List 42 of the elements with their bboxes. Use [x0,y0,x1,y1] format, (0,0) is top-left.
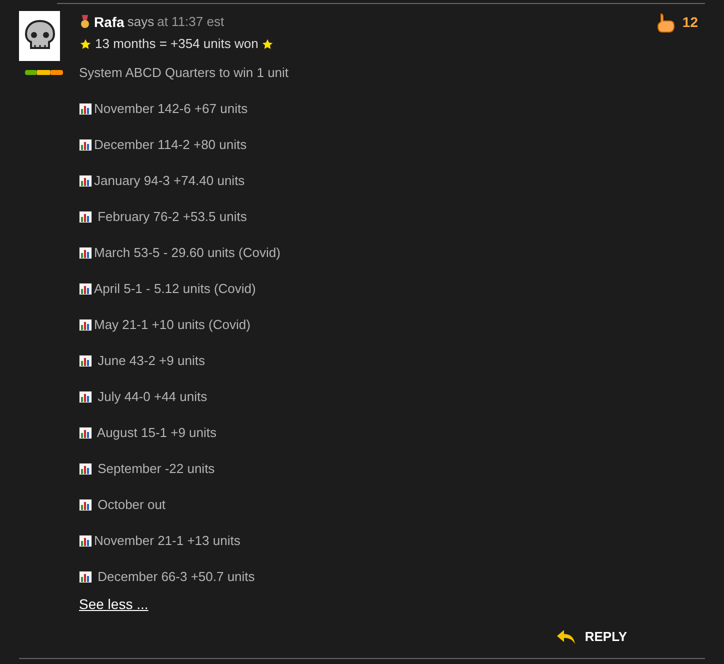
bar-chart-icon [79,499,92,511]
post-line: March 53-5 - 29.60 units (Covid) [94,244,280,262]
reply-arrow-icon [556,630,575,644]
post-line: June 43-2 +9 units [96,352,205,370]
bar-chart-icon [79,355,92,367]
author-name[interactable]: Rafa [94,12,124,32]
post-line: February 76-2 +53.5 units [96,208,247,226]
post-line: April 5-1 - 5.12 units (Covid) [94,280,256,298]
medal-icon [79,15,91,29]
star-icon [79,38,92,50]
like-count: 12 [682,13,698,32]
bar-chart-icon [79,427,92,439]
bar-chart-icon [79,139,92,151]
bar-chart-icon [79,103,92,115]
star-icon [261,38,274,50]
see-less-link[interactable]: See less ... [79,594,148,615]
headline: 13 months = +354 units won [95,35,258,54]
post-line: December 66-3 +50.7 units [96,568,255,586]
thumbs-up-icon[interactable] [657,12,676,32]
post-line: May 21-1 +10 units (Covid) [94,316,250,334]
bar-chart-icon [79,319,92,331]
post-line: November 21-1 +13 units [94,532,240,550]
post-line: November 142-6 +67 units [94,100,248,118]
post-line: September -22 units [96,460,215,478]
bar-chart-icon [79,571,92,583]
post-line: July 44-0 +44 units [96,388,208,406]
bar-chart-icon [79,391,92,403]
bar-chart-icon [79,535,92,547]
reply-button[interactable]: REPLY [556,627,627,646]
bar-chart-icon [79,247,92,259]
bar-chart-icon [79,175,92,187]
rating-bar-icon [25,70,63,75]
says-label: says [127,13,154,32]
post-line: August 15-1 +9 units [96,424,217,442]
post-line: System ABCD Quarters to win 1 unit [79,64,289,82]
post-line: December 114-2 +80 units [94,136,247,154]
post-line: January 94-3 +74.40 units [94,172,245,190]
bar-chart-icon [79,283,92,295]
post-line: October out [96,496,166,514]
bar-chart-icon [79,463,92,475]
bar-chart-icon [79,211,92,223]
timestamp: at 11:37 est [157,13,224,32]
